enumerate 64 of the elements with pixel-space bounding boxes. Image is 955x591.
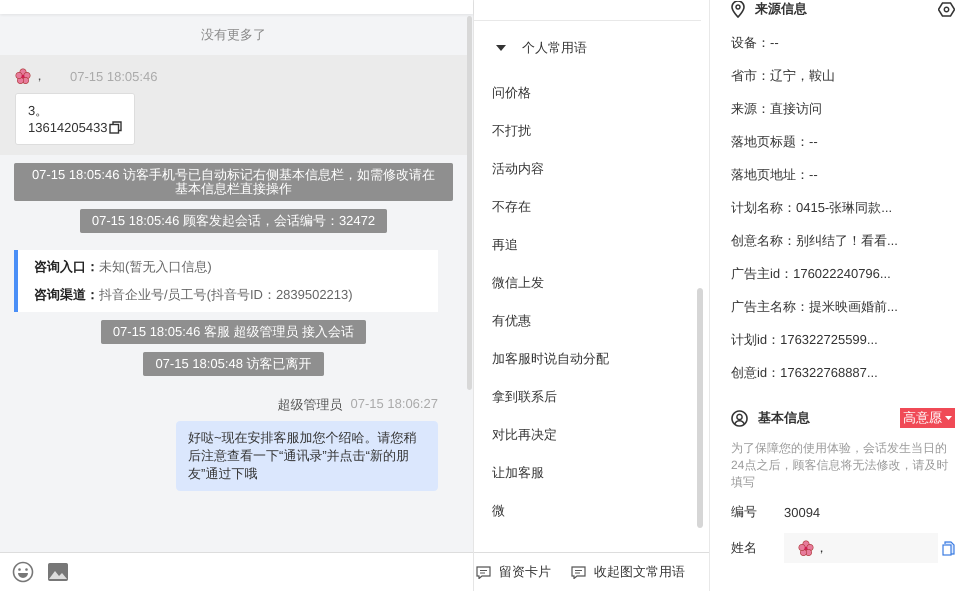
message-icon: [476, 566, 491, 578]
field-value: 抖音企业号/员工号(抖音号ID：2839502213): [99, 287, 353, 302]
info-field: 计划名称：0415-张琳同款...: [731, 198, 955, 217]
notice-text: 为了保障您的使用体验，会话发生当日的24点之后，顾客信息将无法修改，请及时填写: [731, 440, 950, 491]
phrase-item[interactable]: 对比再决定: [492, 425, 709, 444]
location-pin-icon: [731, 0, 745, 18]
no-more-text: 没有更多了: [200, 26, 266, 44]
info-field: 落地页地址：--: [731, 165, 955, 184]
user-icon: [731, 410, 748, 426]
info-field: 设备：--: [731, 33, 955, 52]
section-title: 基本信息: [758, 409, 810, 427]
phrase-item[interactable]: 不存在: [492, 197, 709, 216]
phrase-item[interactable]: 微信上发: [492, 273, 709, 292]
system-notice: 07-15 18:05:46 顾客发起会话，会话编号：32472: [80, 209, 388, 233]
info-field: 创意名称：别纠结了！看看...: [731, 231, 955, 250]
info-field: 来源：直接访问: [731, 99, 955, 118]
sender-name: ，: [33, 67, 46, 85]
phrase-item[interactable]: 加客服时说自动分配: [492, 349, 709, 368]
scrollbar[interactable]: [466, 16, 472, 390]
system-notice: 07-15 18:05:48 访客已离开: [143, 352, 324, 376]
phrase-item[interactable]: 拿到联系后: [492, 387, 709, 406]
info-field: 省市：辽宁，鞍山: [731, 66, 955, 85]
phrase-item[interactable]: 活动内容: [492, 159, 709, 178]
name-field[interactable]: ，: [784, 533, 938, 563]
info-field: 创意id：176322768887...: [731, 363, 955, 382]
field-label: 姓名: [731, 539, 758, 557]
info-field: 广告主名称：提米映画婚前...: [731, 297, 955, 316]
settings-icon: [938, 2, 955, 16]
phrase-button[interactable]: 留资卡片: [476, 563, 551, 581]
system-notice: 07-15 18:05:46 客服 超级管理员 接入会话: [100, 320, 366, 344]
phrase-button[interactable]: 收起图文常用语: [571, 563, 685, 581]
field-label: 咨询渠道：: [34, 287, 99, 302]
message-bubble: 好哒~现在安排客服加您个绍哈。请您稍后注意查看一下“通讯录”并点击“新的朋友”通过下哦: [176, 421, 438, 491]
image-icon: [48, 563, 68, 581]
copy-icon: [108, 121, 122, 134]
scrollbar[interactable]: [697, 288, 703, 528]
flower-icon: [798, 540, 814, 556]
flower-icon: [15, 68, 31, 84]
phrase-item[interactable]: 让加客服: [492, 463, 709, 482]
emoji-icon: [12, 561, 34, 583]
message-time: 07-15 18:06:27: [350, 396, 438, 413]
group-header[interactable]: 个人常用语: [474, 21, 709, 57]
caret-icon: [945, 416, 952, 420]
field-value: 30094: [784, 504, 820, 520]
phrase-item[interactable]: 不打扰: [492, 121, 709, 140]
message-text: 3。: [28, 102, 48, 119]
field-value: 未知(暂无入口信息): [99, 259, 212, 274]
phrase-item[interactable]: 问价格: [492, 83, 709, 102]
info-field: 计划id：176322725599...: [731, 330, 955, 349]
field-label: 编号: [731, 503, 758, 521]
message-icon: [571, 566, 586, 578]
field-label: 咨询入口：: [34, 259, 99, 274]
phrase-item[interactable]: 微: [492, 501, 709, 520]
info-field: 广告主id：176022240796...: [731, 264, 955, 283]
group-title: 个人常用语: [522, 39, 587, 57]
sender-name: 超级管理员: [278, 396, 343, 414]
intent-dropdown[interactable]: 高意愿: [900, 408, 955, 428]
message-text: 13614205433: [28, 119, 108, 136]
phrase-item[interactable]: 有优惠: [492, 311, 709, 330]
info-field: 落地页标题：--: [731, 132, 955, 151]
phrase-item[interactable]: 再追: [492, 235, 709, 254]
section-title: 来源信息: [755, 0, 807, 18]
system-notice: 07-15 18:05:46 访客手机号已自动标记右侧基本信息栏，如需修改请在基本信息栏直接操作: [14, 163, 453, 201]
message-time: 07-15 18:05:46: [70, 68, 158, 84]
